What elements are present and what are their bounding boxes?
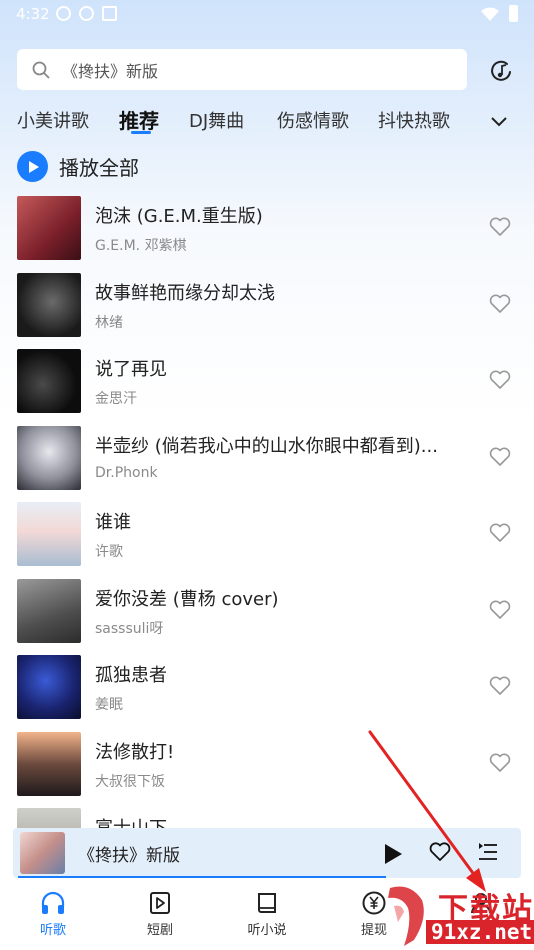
- song-artist: 许歌: [95, 544, 123, 560]
- watermark-emblem-icon: [388, 886, 424, 946]
- song-title: 泡沫 (G.E.M.重生版): [95, 206, 263, 227]
- song-title: 孤独患者: [95, 665, 167, 686]
- tab-dj[interactable]: DJ舞曲: [189, 107, 244, 133]
- song-title: 法修散打!: [95, 741, 175, 763]
- tab-recommend[interactable]: 推荐: [119, 105, 159, 134]
- heart-icon[interactable]: [489, 447, 511, 467]
- list-item[interactable]: 谁谁 许歌: [0, 498, 534, 575]
- album-cover: [17, 731, 81, 796]
- play-icon[interactable]: [383, 843, 403, 865]
- album-cover: [17, 349, 81, 413]
- play-all-label: 播放全部: [59, 156, 139, 180]
- nav-item-novel[interactable]: 听小说: [227, 890, 307, 938]
- nav-label: 听小说: [247, 923, 287, 938]
- list-item[interactable]: 法修散打! 大叔很下饭: [0, 728, 534, 805]
- music-recognize-icon[interactable]: [488, 58, 514, 84]
- notification-app-icon: [79, 6, 94, 21]
- album-cover: [17, 578, 81, 643]
- tab-hot-songs[interactable]: 抖快热歌: [378, 107, 450, 133]
- album-cover: [17, 272, 81, 337]
- heart-icon[interactable]: [489, 294, 511, 314]
- search-input[interactable]: 《搀扶》新版: [62, 58, 158, 82]
- tab-xiaomei[interactable]: 小美讲歌: [17, 107, 89, 133]
- album-cover: [17, 196, 81, 260]
- watermark-logo: 下载站 91xz.net: [380, 882, 534, 950]
- nav-item-short-drama[interactable]: 短剧: [120, 890, 200, 938]
- album-cover: [17, 655, 81, 719]
- mini-player[interactable]: 《搀扶》新版: [13, 828, 521, 878]
- song-title: 半壶纱 (倘若我心中的山水你眼中都看到)...: [95, 435, 438, 457]
- heart-icon[interactable]: [489, 523, 511, 543]
- song-title: 谁谁: [95, 512, 131, 533]
- mini-player-title: 《搀扶》新版: [78, 846, 180, 866]
- list-item[interactable]: 爱你没差 (曹杨 cover) sasssuli呀: [0, 575, 534, 652]
- heart-icon[interactable]: [489, 600, 511, 620]
- album-cover: [17, 425, 81, 490]
- status-bar: 4:32: [0, 0, 534, 30]
- album-cover: [17, 502, 81, 566]
- play-circle-icon: [17, 151, 48, 182]
- wifi-icon: [481, 7, 499, 21]
- playback-progress-bar: [18, 876, 386, 878]
- nav-label: 听歌: [39, 923, 66, 938]
- song-title: 故事鲜艳而缘分却太浅: [95, 282, 275, 304]
- song-list: 泡沫 (G.E.M.重生版) G.E.M. 邓紫棋 故事鲜艳而缘分却太浅 林绪 …: [0, 192, 534, 881]
- list-item[interactable]: 故事鲜艳而缘分却太浅 林绪: [0, 269, 534, 346]
- song-artist: 金思汗: [95, 391, 137, 407]
- heart-icon[interactable]: [489, 753, 511, 773]
- song-artist: 姜眠: [95, 697, 123, 713]
- heart-icon[interactable]: [429, 842, 451, 862]
- list-item[interactable]: 说了再见 金思汗: [0, 345, 534, 422]
- active-tab-indicator: [131, 131, 151, 134]
- nav-item-listen[interactable]: 听歌: [13, 890, 93, 938]
- notification-a-icon: [102, 6, 117, 21]
- mini-player-cover: [20, 832, 65, 874]
- song-artist: 林绪: [95, 314, 123, 331]
- system-icons: [481, 5, 518, 22]
- category-tabs: 小美讲歌 推荐 DJ舞曲 伤感情歌 抖快热歌: [0, 107, 534, 141]
- status-time: 4:32: [16, 5, 50, 23]
- heart-icon[interactable]: [489, 217, 511, 237]
- search-bar[interactable]: 《搀扶》新版: [17, 49, 467, 90]
- chevron-down-icon[interactable]: [489, 111, 509, 131]
- nav-label: 短剧: [146, 923, 173, 938]
- notification-icons: [56, 6, 117, 21]
- watermark-domain: 91xz.net: [426, 920, 534, 944]
- headphones-icon: [41, 891, 65, 914]
- song-title: 说了再见: [95, 359, 167, 380]
- play-all-button[interactable]: 播放全部: [17, 151, 139, 182]
- book-icon: [258, 893, 276, 913]
- video-play-icon: [150, 892, 170, 914]
- song-artist: sasssuli呀: [95, 620, 164, 637]
- heart-icon[interactable]: [489, 676, 511, 696]
- heart-icon[interactable]: [489, 370, 511, 390]
- notification-k-icon: [56, 6, 71, 21]
- tab-sad-songs[interactable]: 伤感情歌: [277, 107, 349, 133]
- search-icon: [32, 61, 50, 78]
- battery-icon: [509, 5, 518, 22]
- song-title: 爱你没差 (曹杨 cover): [95, 588, 279, 610]
- song-artist: Dr.Phonk: [95, 464, 158, 481]
- playlist-icon[interactable]: [478, 842, 498, 862]
- list-item[interactable]: 孤独患者 姜眠: [0, 651, 534, 728]
- list-item[interactable]: 泡沫 (G.E.M.重生版) G.E.M. 邓紫棋: [0, 192, 534, 269]
- song-artist: G.E.M. 邓紫棋: [95, 238, 187, 254]
- list-item[interactable]: 半壶纱 (倘若我心中的山水你眼中都看到)... Dr.Phonk: [0, 422, 534, 499]
- song-artist: 大叔很下饭: [95, 773, 165, 790]
